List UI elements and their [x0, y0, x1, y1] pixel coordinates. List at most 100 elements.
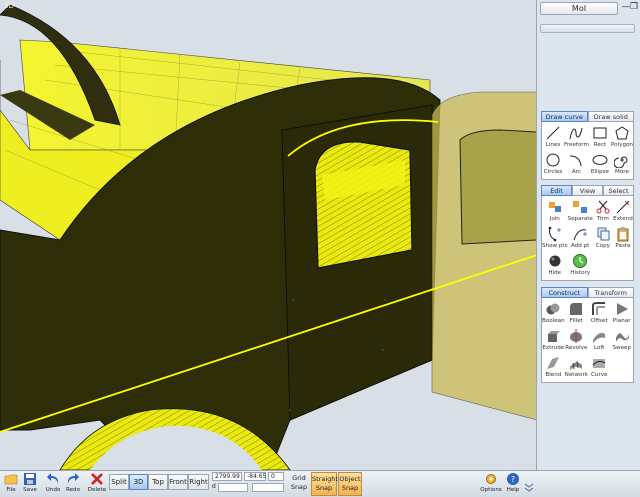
view-right-button[interactable]: Right: [188, 474, 209, 490]
viewport-3d[interactable]: 3D: [0, 0, 537, 470]
lines-tool[interactable]: Lines: [542, 124, 564, 151]
add-point-icon: [573, 229, 588, 241]
angle-field[interactable]: [252, 483, 284, 492]
arc-tool[interactable]: Arc: [564, 151, 589, 178]
curve-from-surface-icon: [592, 359, 606, 368]
curve-tool[interactable]: Curve: [588, 354, 610, 381]
join-icon: [548, 202, 561, 212]
show-points-icon: [548, 226, 561, 242]
panel-footer: [524, 470, 640, 497]
history-icon: [573, 254, 588, 268]
command-prompt[interactable]: [540, 24, 635, 33]
view-top-button[interactable]: Top: [148, 474, 168, 490]
trim-tool[interactable]: Trim: [593, 198, 613, 225]
extrude-tool[interactable]: Extrude: [542, 327, 565, 354]
loft-icon: [593, 332, 606, 343]
freeform-curve-icon: [569, 127, 583, 140]
loft-tool[interactable]: Loft: [588, 327, 610, 354]
side-panel: MoI — ❐ Draw curve Draw solid Lines Free…: [537, 0, 640, 497]
scissors-icon: [596, 200, 610, 214]
hide-tool[interactable]: Hide: [542, 252, 568, 279]
arc-icon: [570, 155, 582, 167]
straight-snap-toggle[interactable]: Straight Snap: [311, 472, 338, 496]
tab-edit[interactable]: Edit: [541, 185, 572, 196]
edit-tool-group: Edit View Select Join Separate Trim Exte…: [541, 185, 634, 281]
copy-tool[interactable]: Copy: [593, 225, 613, 252]
extend-icon: [616, 200, 630, 214]
model-scene[interactable]: [0, 0, 537, 470]
more-tool[interactable]: More: [611, 151, 633, 178]
redo-arrow-icon: [67, 473, 79, 484]
distance-prefix: d: [212, 483, 216, 490]
join-tool[interactable]: Join: [542, 198, 568, 225]
revolve-icon: [570, 329, 583, 343]
revolve-tool[interactable]: Revolve: [565, 327, 588, 354]
distance-field[interactable]: [218, 483, 248, 492]
tab-draw-solid[interactable]: Draw solid: [587, 111, 634, 122]
fillet-tool[interactable]: Fillet: [565, 300, 588, 327]
restore-icon[interactable]: ❐: [629, 2, 639, 13]
rect-tool[interactable]: Rect: [589, 124, 611, 151]
collapse-chevron-icon[interactable]: [523, 481, 535, 493]
ellipse-tool[interactable]: Ellipse: [589, 151, 611, 178]
hide-sphere-icon: [549, 255, 561, 267]
floppy-disk-icon: [24, 473, 36, 485]
view-3d-button[interactable]: 3D: [129, 474, 148, 490]
separate-icon: [573, 201, 588, 213]
undo-button[interactable]: Undo: [42, 472, 64, 497]
separate-tool[interactable]: Separate: [568, 198, 593, 225]
show-points-tool[interactable]: Show pts: [542, 225, 568, 252]
redo-button[interactable]: Redo: [62, 472, 84, 497]
sweep-tool[interactable]: Sweep: [611, 327, 634, 354]
coord-x-field[interactable]: 2799.99: [212, 472, 242, 481]
offset-icon: [592, 302, 606, 315]
delete-x-icon: [91, 473, 103, 485]
planar-tool[interactable]: Planar: [611, 300, 634, 327]
blend-icon: [547, 357, 560, 369]
fillet-icon: [570, 303, 583, 315]
circles-tool[interactable]: Circles: [542, 151, 564, 178]
sweep-icon: [615, 333, 629, 342]
tab-view[interactable]: View: [572, 185, 603, 196]
help-button[interactable]: ? Help: [502, 472, 524, 497]
delete-button[interactable]: Delete: [86, 472, 108, 497]
view-split-button[interactable]: Split: [109, 474, 129, 490]
svg-text:?: ?: [511, 475, 515, 484]
draw-tool-group: Draw curve Draw solid Lines Freeform Rec…: [541, 111, 634, 180]
viewport-label: 3D: [4, 2, 14, 10]
save-button[interactable]: Save: [19, 472, 41, 497]
blend-tool[interactable]: Blend: [542, 354, 565, 381]
construct-tool-group: Construct Transform Boolean Fillet Offse…: [541, 287, 634, 383]
spiral-icon: [613, 156, 628, 168]
coord-y-field[interactable]: -84.65: [244, 472, 266, 481]
freeform-tool[interactable]: Freeform: [564, 124, 589, 151]
coord-z-field[interactable]: 0: [268, 472, 284, 481]
network-tool[interactable]: Network: [565, 354, 588, 381]
history-tool[interactable]: History: [568, 252, 593, 279]
tab-transform[interactable]: Transform: [587, 287, 634, 298]
tab-draw-curve[interactable]: Draw curve: [541, 111, 588, 122]
polygon-tool[interactable]: Polygon: [611, 124, 633, 151]
paste-tool[interactable]: Paste: [613, 225, 633, 252]
extend-tool[interactable]: Extend: [613, 198, 633, 225]
view-front-button[interactable]: Front: [168, 474, 188, 490]
app-logo[interactable]: MoI: [540, 2, 618, 15]
rectangle-icon: [593, 127, 607, 139]
undo-arrow-icon: [47, 473, 59, 484]
folder-icon: [4, 474, 18, 485]
bottom-toolbar: File Save Undo Redo Delete Split 3D Top …: [0, 470, 537, 497]
circle-icon: [546, 153, 560, 167]
network-icon: [570, 360, 583, 370]
boolean-tool[interactable]: Boolean: [542, 300, 565, 327]
tab-construct[interactable]: Construct: [541, 287, 588, 298]
object-snap-toggle[interactable]: Object Snap: [338, 472, 362, 496]
copy-icon: [597, 227, 610, 241]
help-question-icon: ?: [507, 473, 519, 485]
grid-snap-toggle[interactable]: Grid Snap: [288, 472, 310, 496]
add-point-tool[interactable]: Add pt: [568, 225, 593, 252]
options-button[interactable]: Options: [480, 472, 502, 497]
offset-tool[interactable]: Offset: [588, 300, 610, 327]
tab-select[interactable]: Select: [603, 185, 634, 196]
options-gear-icon: [486, 474, 496, 484]
clipboard-icon: [617, 227, 629, 242]
